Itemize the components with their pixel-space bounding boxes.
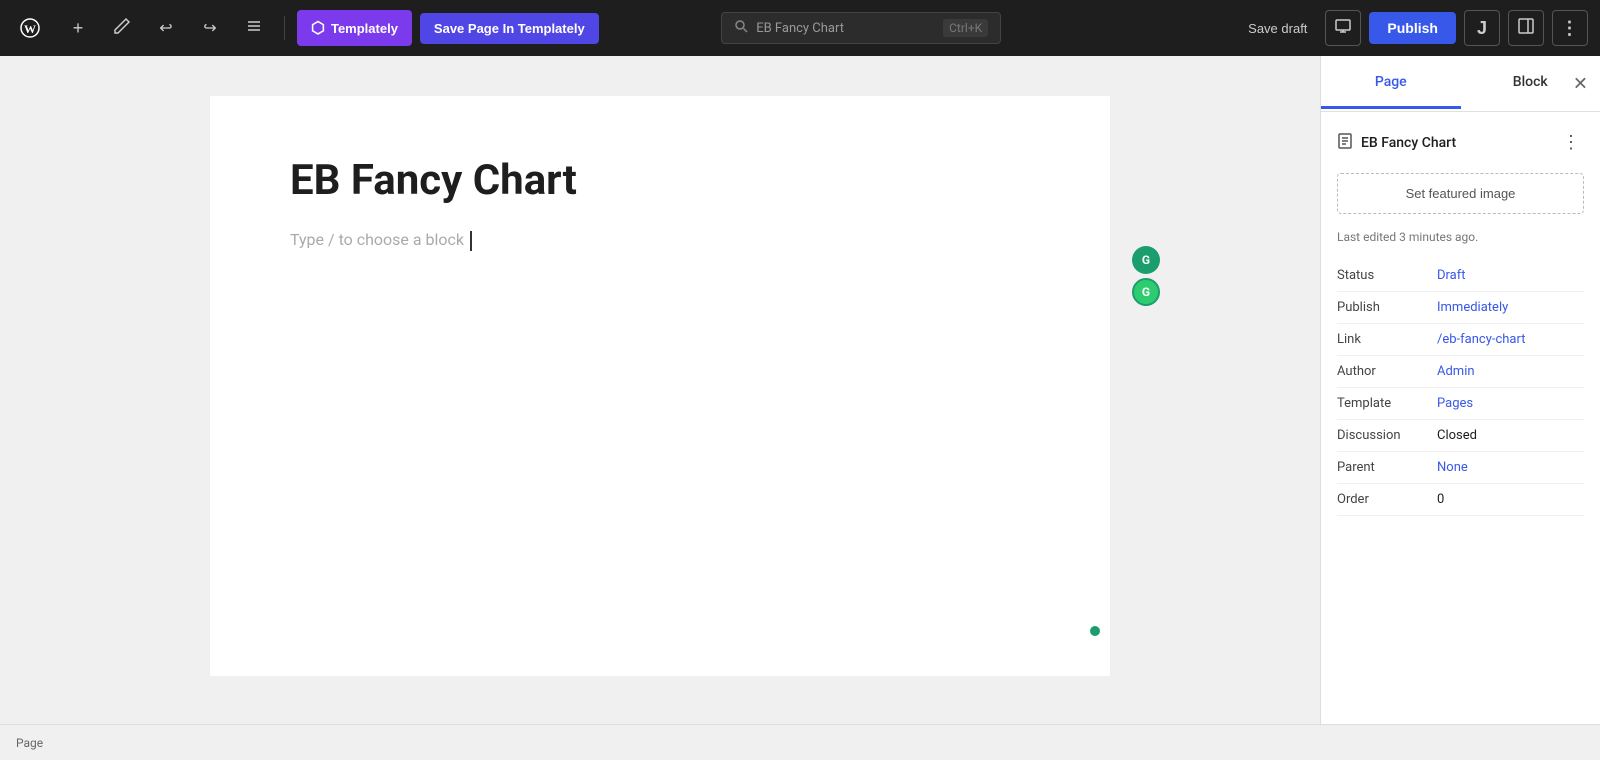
toolbar: W + ↩ ↪ ⬡ Templately Save Page In Templ: [0, 0, 1600, 56]
close-icon: ✕: [1573, 73, 1588, 93]
tab-block-label: Block: [1513, 74, 1548, 90]
redo-button[interactable]: ↪: [192, 10, 228, 46]
more-vertical-icon: ⋮: [1562, 132, 1580, 152]
sidebar-header: Page Block ✕: [1321, 56, 1600, 112]
wp-logo[interactable]: W: [12, 10, 48, 46]
editor-canvas: EB Fancy Chart Type / to choose a block …: [210, 96, 1110, 676]
meta-row-order: Order 0: [1337, 484, 1584, 516]
edit-button[interactable]: [104, 10, 140, 46]
publish-label: Publish: [1337, 300, 1437, 315]
search-shortcut: Ctrl+K: [943, 19, 988, 37]
publish-label: Publish: [1387, 20, 1438, 36]
featured-image-label: Set featured image: [1406, 186, 1516, 201]
search-bar[interactable]: EB Fancy Chart Ctrl+K: [721, 12, 1001, 44]
list-icon: [245, 17, 263, 40]
save-templately-label: Save Page In Templately: [434, 21, 585, 36]
author-label: Author: [1337, 364, 1437, 379]
meta-row-publish: Publish Immediately: [1337, 292, 1584, 324]
templately-label: Templately: [331, 21, 398, 36]
page-more-button[interactable]: ⋮: [1558, 128, 1584, 157]
order-label: Order: [1337, 492, 1437, 507]
status-dot: [1090, 626, 1100, 636]
save-templately-button[interactable]: Save Page In Templately: [420, 13, 599, 44]
grammarly-badge-1[interactable]: G: [1132, 246, 1160, 274]
template-label: Template: [1337, 396, 1437, 411]
editor-badges: G G: [1132, 246, 1160, 306]
toolbar-right: Save draft Publish J: [1238, 10, 1588, 46]
jetpack-button[interactable]: J: [1464, 10, 1500, 46]
sidebar-page-title-row: EB Fancy Chart ⋮: [1337, 128, 1584, 157]
options-button[interactable]: ⋮: [1552, 10, 1588, 46]
edit-icon: [113, 17, 131, 40]
status-label: Status: [1337, 268, 1437, 283]
editor-area: EB Fancy Chart Type / to choose a block …: [0, 56, 1320, 724]
meta-row-template: Template Pages: [1337, 388, 1584, 420]
text-cursor: [470, 231, 472, 251]
status-bar-label: Page: [16, 736, 43, 750]
order-value[interactable]: 0: [1437, 492, 1444, 507]
meta-row-link: Link /eb-fancy-chart: [1337, 324, 1584, 356]
divider-1: [284, 16, 285, 40]
status-bar: Page: [0, 724, 1600, 760]
publish-value[interactable]: Immediately: [1437, 300, 1508, 315]
main-area: EB Fancy Chart Type / to choose a block …: [0, 56, 1600, 724]
sidebar-close-button[interactable]: ✕: [1573, 73, 1588, 94]
meta-row-author: Author Admin: [1337, 356, 1584, 388]
more-icon: ⋮: [1560, 18, 1579, 39]
parent-value[interactable]: None: [1437, 460, 1468, 475]
page-title[interactable]: EB Fancy Chart: [290, 156, 1030, 206]
block-placeholder[interactable]: Type / to choose a block: [290, 230, 1030, 251]
redo-icon: ↪: [203, 18, 216, 38]
sidebar-toggle-button[interactable]: [1508, 10, 1544, 46]
link-value[interactable]: /eb-fancy-chart: [1437, 332, 1525, 347]
sidebar-content: EB Fancy Chart ⋮ Set featured image Last…: [1321, 112, 1600, 724]
search-icon: [734, 19, 748, 37]
search-text: EB Fancy Chart: [756, 21, 935, 36]
monitor-icon: [1335, 18, 1351, 39]
author-value[interactable]: Admin: [1437, 364, 1475, 379]
list-view-button[interactable]: [236, 10, 272, 46]
parent-label: Parent: [1337, 460, 1437, 475]
preview-button[interactable]: [1325, 10, 1361, 46]
featured-image-button[interactable]: Set featured image: [1337, 173, 1584, 214]
save-draft-label: Save draft: [1248, 21, 1307, 36]
template-value[interactable]: Pages: [1437, 396, 1473, 411]
publish-button[interactable]: Publish: [1369, 12, 1456, 44]
templately-icon: ⬡: [311, 18, 325, 38]
meta-row-status: Status Draft: [1337, 260, 1584, 292]
tab-page-label: Page: [1375, 74, 1407, 90]
tab-page[interactable]: Page: [1321, 58, 1461, 109]
jetpack-icon: J: [1477, 18, 1487, 39]
save-draft-button[interactable]: Save draft: [1238, 15, 1317, 42]
plus-icon: +: [73, 18, 84, 39]
add-block-button[interactable]: +: [60, 10, 96, 46]
page-icon: [1337, 133, 1353, 153]
meta-row-parent: Parent None: [1337, 452, 1584, 484]
grammarly-badge-2[interactable]: G: [1132, 278, 1160, 306]
meta-row-discussion: Discussion Closed: [1337, 420, 1584, 452]
undo-button[interactable]: ↩: [148, 10, 184, 46]
last-edited: Last edited 3 minutes ago.: [1337, 230, 1584, 244]
sidebar: Page Block ✕ EB Fancy Ch: [1320, 56, 1600, 724]
discussion-label: Discussion: [1337, 428, 1437, 443]
discussion-value[interactable]: Closed: [1437, 428, 1477, 443]
undo-icon: ↩: [159, 18, 172, 38]
status-value[interactable]: Draft: [1437, 268, 1466, 283]
templately-button[interactable]: ⬡ Templately: [297, 10, 412, 46]
svg-text:W: W: [24, 22, 36, 36]
link-label: Link: [1337, 332, 1437, 347]
sidebar-page-title: EB Fancy Chart: [1361, 135, 1550, 151]
sidebar-icon: [1518, 18, 1534, 39]
block-placeholder-text: Type / to choose a block: [290, 230, 464, 249]
